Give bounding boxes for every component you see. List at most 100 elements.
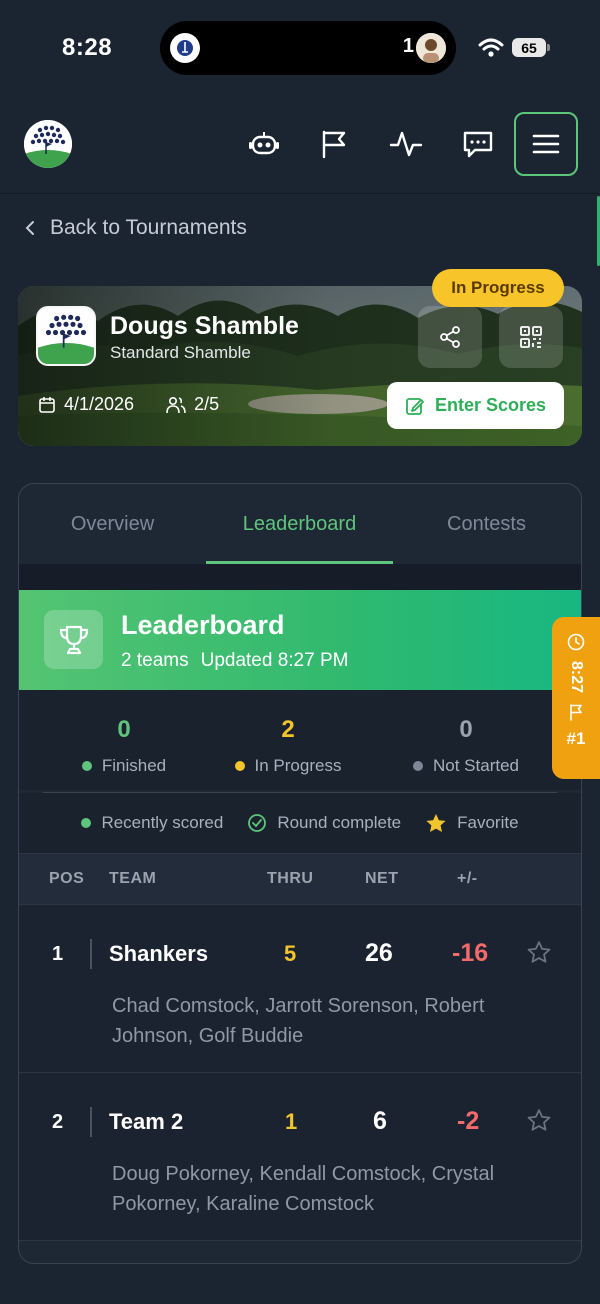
stat-value: 2 [281,716,295,743]
status-time: 8:28 [62,34,113,61]
app-header [0,96,600,194]
bot-icon[interactable] [234,114,294,174]
edit-icon [406,397,424,415]
legend-label: Round complete [277,813,402,832]
stat-label: In Progress [254,756,342,775]
col-team: TEAM [109,870,157,887]
stat-label: Finished [101,756,167,775]
row-divider [90,939,92,969]
legend-label: Favorite [457,813,519,832]
team-name: Team 2 [109,1109,184,1134]
stat-in-progress: 2 In Progress [223,716,353,776]
row-plus-minus: -2 [457,1107,480,1135]
row-position: 1 [52,943,64,965]
stat-not-started: 0 Not Started [401,716,531,776]
flag-icon [570,704,582,721]
tournament-hero-card: Dougs Shamble Standard Shamble 4/1/2026 … [18,286,582,446]
row-thru: 1 [285,1109,298,1134]
tournament-date: 4/1/2026 [64,394,135,414]
tournament-logo [36,306,96,366]
battery-tip [547,44,550,51]
golf-logo-icon[interactable] [24,120,72,168]
row-divider [90,1107,92,1137]
stat-finished: 0 Finished [69,716,179,776]
menu-icon [532,134,560,154]
team-name: Shankers [109,941,209,966]
stat-value: 0 [459,716,473,743]
row-position: 2 [52,1111,64,1133]
stat-label: Not Started [433,756,519,775]
leaderboard-title: Leaderboard [121,610,285,640]
row-plus-minus: -16 [452,939,489,967]
golf-ball-logo-icon [38,308,94,364]
team-players: Chad Comstock, Jarrott Sorenson, Robert … [112,995,485,1047]
side-tab-rank: #1 [566,729,586,749]
side-tab-time: 8:27 [568,661,585,694]
qr-code-button[interactable] [499,306,563,368]
favorite-star-icon[interactable] [527,1109,551,1132]
legend-round-complete: Round complete [247,813,401,833]
check-circle-icon [248,814,267,832]
notification-count: 1 [402,35,414,57]
app-badge-icon [170,33,200,63]
stat-value: 0 [117,716,131,743]
chat-icon[interactable] [448,114,508,174]
legend-favorite: Favorite [425,813,519,834]
star-filled-icon [426,813,446,832]
wifi-icon [478,38,504,63]
trophy-icon [44,610,103,669]
favorite-star-icon[interactable] [527,941,551,964]
qr-code-icon [520,326,542,348]
status-dot [234,761,245,771]
menu-button[interactable] [514,112,578,176]
calendar-icon [39,396,55,413]
status-dot [413,761,423,771]
row-net: 6 [373,1107,387,1135]
legend-label: Recently scored [101,813,224,832]
round-status-side-tab[interactable]: 8:27 #1 [552,617,600,779]
leaderboard-subtitle: 2 teams Updated 8:27 PM [121,650,348,672]
status-badge: In Progress [432,269,564,307]
team-players: Doug Pokorney, Kendall Comstock, Crystal… [112,1163,495,1215]
dynamic-island: 1 [160,21,456,75]
avatar [416,33,446,63]
status-dot [81,761,92,771]
status-bar: 8:28 1 65 [0,0,600,96]
leaderboard-legend: Recently scored Round complete Favorite [19,793,581,853]
green-dot-icon [81,818,92,828]
users-icon [166,396,186,413]
tab-overview[interactable]: Overview [19,484,206,564]
tournament-format: Standard Shamble [110,343,251,362]
tab-spacer [19,564,581,590]
col-plus-minus: +/- [457,870,478,887]
share-icon [440,326,460,348]
share-button[interactable] [418,306,482,368]
team-count: 2 teams [121,650,189,671]
row-thru: 5 [284,941,297,966]
leaderboard-stats: 0 Finished 2 In Progress 0 Not Started [19,690,581,790]
player-count: 2/5 [194,394,220,414]
leaderboard-table-header: POS TEAM THRU NET +/- [19,853,581,905]
tab-leaderboard[interactable]: Leaderboard [206,484,393,564]
tournament-name: Dougs Shamble [110,312,299,340]
chevron-left-icon [25,221,34,235]
tab-bar: Overview Leaderboard Contests [19,484,581,564]
table-row[interactable]: 2 Team 2 1 6 -2 Doug Pokorney, Kendall C… [19,1073,581,1241]
table-row[interactable]: 1 Shankers 5 26 -16 Chad Comstock, Jarro… [19,905,581,1073]
enter-scores-button[interactable]: Enter Scores [387,382,564,429]
back-to-tournaments-link[interactable]: Back to Tournaments [24,216,247,240]
col-net: NET [365,870,399,887]
clock-icon [567,633,585,651]
activity-icon[interactable] [376,114,436,174]
row-net: 26 [365,939,393,967]
tournament-meta: 4/1/2026 2/5 [38,394,219,415]
legend-recently-scored: Recently scored [81,813,223,833]
tab-contests[interactable]: Contests [393,484,580,564]
enter-scores-label: Enter Scores [434,395,547,415]
battery-level: 65 [512,38,546,57]
col-pos: POS [49,870,85,887]
tournament-tabs-card: Overview Leaderboard Contests Leaderboar… [18,483,582,1264]
col-thru: THRU [267,870,314,887]
leaderboard-banner: Leaderboard 2 teams Updated 8:27 PM [19,590,581,690]
flag-icon[interactable] [304,114,364,174]
